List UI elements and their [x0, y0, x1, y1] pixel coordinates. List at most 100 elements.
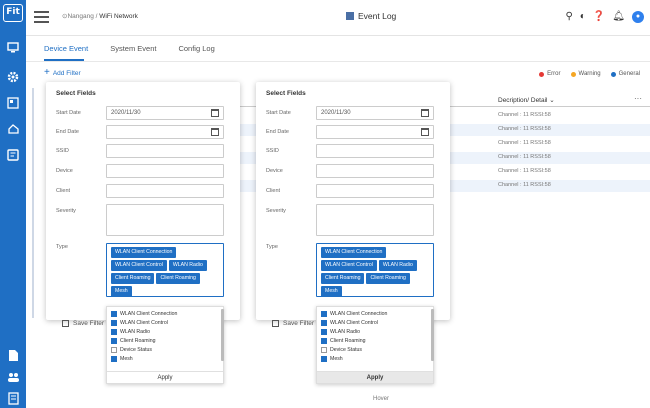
- dropdown-scrollbar[interactable]: [221, 309, 224, 361]
- label-device: Device: [266, 168, 283, 174]
- sidebar: Fit: [0, 0, 26, 408]
- option-mesh[interactable]: Mesh: [321, 356, 343, 362]
- type-chip[interactable]: Mesh: [111, 286, 132, 297]
- tab-system-event[interactable]: System Event: [110, 44, 156, 53]
- search-icon[interactable]: ⚲: [565, 12, 572, 22]
- label-ssid: SSID: [266, 148, 279, 154]
- label-type: Type: [56, 244, 68, 250]
- dropdown-scrollbar[interactable]: [431, 309, 434, 361]
- device-field[interactable]: [316, 164, 434, 178]
- option-device-status[interactable]: Device Status: [321, 347, 362, 353]
- type-chip[interactable]: WLAN Radio: [168, 260, 207, 271]
- type-dropdown: WLAN Client Connection WLAN Client Contr…: [106, 306, 224, 384]
- save-icon: [272, 320, 279, 327]
- legend-error: Error: [539, 71, 561, 77]
- breadcrumb-current: WiFi Network: [99, 13, 138, 20]
- type-chip[interactable]: WLAN Client Connection: [321, 247, 387, 258]
- menu-icon[interactable]: [34, 11, 49, 23]
- label-start-date: Start Date: [56, 110, 81, 116]
- save-icon: [62, 320, 69, 327]
- option-mesh[interactable]: Mesh: [111, 356, 133, 362]
- type-chip[interactable]: WLAN Radio: [378, 260, 417, 271]
- type-dropdown: WLAN Client Connection WLAN Client Contr…: [316, 306, 434, 384]
- option-wlan-client-control[interactable]: WLAN Client Control: [321, 320, 378, 326]
- label-ssid: SSID: [56, 148, 69, 154]
- add-filter-button[interactable]: + Add Filter: [44, 67, 81, 78]
- document-icon[interactable]: [6, 348, 20, 362]
- contrast-icon[interactable]: ◐: [580, 12, 586, 22]
- label-device: Device: [56, 168, 73, 174]
- type-chip[interactable]: Client Roaming: [111, 273, 155, 284]
- monitor-icon[interactable]: [6, 40, 20, 54]
- end-date-field[interactable]: [316, 125, 434, 139]
- label-end-date: End Date: [56, 129, 79, 135]
- calendar-icon[interactable]: [211, 128, 219, 136]
- breadcrumb-site[interactable]: ⊙Nangang /: [62, 13, 99, 20]
- type-chip[interactable]: WLAN Client Connection: [111, 247, 177, 258]
- option-wlan-client-control[interactable]: WLAN Client Control: [111, 320, 168, 326]
- user-avatar[interactable]: ●: [632, 11, 644, 23]
- option-wlan-radio[interactable]: WLAN Radio: [111, 329, 150, 335]
- device-field[interactable]: [106, 164, 224, 178]
- top-bar: ⊙Nangang / WiFi Network Event Log ⚲ ◐ ❓ …: [26, 0, 650, 36]
- option-client-roaming[interactable]: Client Roaming: [111, 338, 155, 344]
- client-field[interactable]: [316, 184, 434, 198]
- bell-icon[interactable]: 🔔︎: [612, 12, 625, 22]
- plus-icon: +: [44, 67, 50, 78]
- ssid-field[interactable]: [316, 144, 434, 158]
- ssid-field[interactable]: [106, 144, 224, 158]
- save-filter-button[interactable]: Save Filter: [272, 320, 314, 327]
- dashboard-icon[interactable]: [6, 96, 20, 110]
- legend-warning: Warning: [570, 71, 601, 77]
- save-filter-button[interactable]: Save Filter: [62, 320, 104, 327]
- event-log-icon: [346, 12, 354, 20]
- more-icon[interactable]: ···: [634, 94, 642, 103]
- severity-legend: Error Warning General: [539, 71, 640, 77]
- type-field[interactable]: WLAN Client Connection WLAN Client Contr…: [316, 243, 434, 297]
- type-chip[interactable]: WLAN Client Control: [111, 260, 167, 271]
- label-severity: Severity: [56, 208, 76, 214]
- cloud-icon[interactable]: [6, 122, 20, 136]
- end-date-field[interactable]: [106, 125, 224, 139]
- option-client-roaming[interactable]: Client Roaming: [321, 338, 365, 344]
- type-chip[interactable]: WLAN Client Control: [321, 260, 377, 271]
- option-wlan-radio[interactable]: WLAN Radio: [321, 329, 360, 335]
- client-field[interactable]: [106, 184, 224, 198]
- column-description[interactable]: Decription/ Detail ⌄: [498, 96, 555, 104]
- severity-field[interactable]: [106, 204, 224, 236]
- type-chip[interactable]: Client Roaming: [366, 273, 410, 284]
- panel-heading: Select Fields: [56, 90, 96, 97]
- log-icon[interactable]: [6, 148, 20, 162]
- severity-field[interactable]: [316, 204, 434, 236]
- gear-icon[interactable]: [6, 70, 20, 84]
- type-chip[interactable]: Client Roaming: [156, 273, 200, 284]
- label-severity: Severity: [266, 208, 286, 214]
- calendar-icon[interactable]: [421, 128, 429, 136]
- panel-heading: Select Fields: [266, 90, 306, 97]
- option-device-status[interactable]: Device Status: [111, 347, 152, 353]
- apply-button-hover[interactable]: Apply: [317, 371, 433, 383]
- help-icon[interactable]: ❓: [593, 12, 605, 22]
- label-end-date: End Date: [266, 129, 289, 135]
- tab-device-event[interactable]: Device Event: [44, 44, 88, 53]
- type-field[interactable]: WLAN Client Connection WLAN Client Contr…: [106, 243, 224, 297]
- start-date-field[interactable]: 2020/11/30: [316, 106, 434, 120]
- label-type: Type: [266, 244, 278, 250]
- label-start-date: Start Date: [266, 110, 291, 116]
- page-title: Event Log: [346, 11, 396, 21]
- filter-panel: Select Fields Start Date 2020/11/30 End …: [46, 82, 240, 320]
- apply-button[interactable]: Apply: [107, 371, 223, 383]
- option-wlan-client-connection[interactable]: WLAN Client Connection: [111, 311, 177, 317]
- header-actions: ⚲ ◐ ❓ 🔔︎ ●: [565, 11, 644, 23]
- type-chip[interactable]: Client Roaming: [321, 273, 365, 284]
- tab-divider: [26, 61, 650, 62]
- building-icon[interactable]: [6, 391, 20, 405]
- users-icon[interactable]: [6, 370, 20, 384]
- tab-config-log[interactable]: Config Log: [178, 44, 214, 53]
- calendar-icon[interactable]: [421, 109, 429, 117]
- tab-bar: Device Event System Event Config Log: [44, 44, 215, 53]
- type-chip[interactable]: Mesh: [321, 286, 342, 297]
- option-wlan-client-connection[interactable]: WLAN Client Connection: [321, 311, 387, 317]
- start-date-field[interactable]: 2020/11/30: [106, 106, 224, 120]
- calendar-icon[interactable]: [211, 109, 219, 117]
